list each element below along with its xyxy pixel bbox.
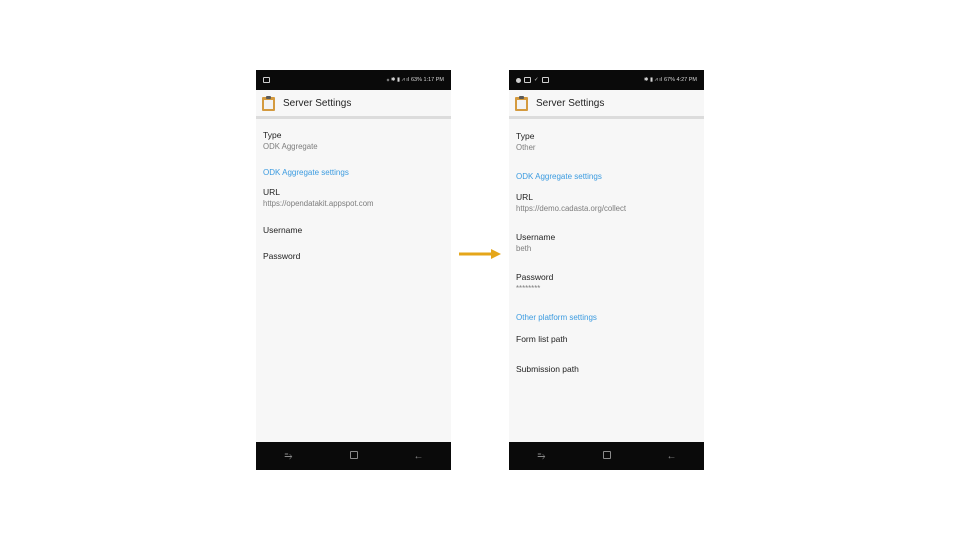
pref-password-title: Password [516,272,554,282]
pref-submission-path-title: Submission path [516,364,579,374]
status-text: 67% 4:27 PM [663,77,697,83]
message-notification-icon [524,77,531,83]
category-header-odk: ODK Aggregate settings [263,168,349,177]
pref-type[interactable]: Type Other [516,131,698,153]
pref-submission-path[interactable]: Submission path [516,364,698,375]
home-icon[interactable] [597,450,617,462]
pref-form-list-path[interactable]: Form list path [516,334,698,345]
pref-username-title: Username [263,225,303,235]
page-title: Server Settings [536,97,605,109]
navigation-bar: ⥱ ← [509,442,704,470]
pref-password-title: Password [263,251,301,261]
phone-screen-before: ⁎ ✱ ▮ ⩘ ıl 63% 1:17 PM Server Settings T… [256,70,451,470]
clipboard-icon [262,95,275,111]
pref-url-summary: https://opendatakit.appspot.com [263,199,374,208]
gallery-notification-icon [541,77,549,83]
recent-apps-icon[interactable]: ⥱ [532,451,552,462]
navigation-bar: ⥱ ← [256,442,451,470]
arrow-right-icon [459,249,501,259]
gallery-notification-icon [263,77,270,83]
status-text: 63% 1:17 PM [410,77,444,83]
category-header-other: Other platform settings [516,313,597,322]
status-bar: ✓ ✱ ▮ ⩘ ıl 67% 4:27 PM [509,70,704,90]
home-icon[interactable] [344,450,364,462]
clipboard-icon [515,95,528,111]
app-bar: Server Settings [509,90,704,119]
category-header-odk: ODK Aggregate settings [516,172,602,181]
pref-username[interactable]: Username beth [516,232,698,254]
pref-username-title: Username [516,232,556,242]
pref-url[interactable]: URL https://demo.cadasta.org/collect [516,192,698,214]
pref-url[interactable]: URL https://opendatakit.appspot.com [263,187,445,209]
pref-username-summary: beth [516,244,532,253]
pref-username[interactable]: Username [263,225,445,236]
phone-screen-after: ✓ ✱ ▮ ⩘ ıl 67% 4:27 PM Server Settings T… [509,70,704,470]
pref-type-title: Type [516,131,535,141]
pref-password[interactable]: Password [263,251,445,262]
signal-icons: ⁎ ✱ ▮ ⩘ ıl [386,76,409,83]
back-icon[interactable]: ← [662,451,682,462]
pref-password[interactable]: Password ******** [516,272,698,294]
pref-password-summary: ******** [516,284,541,293]
pref-type-summary: Other [516,143,536,152]
pref-form-list-path-title: Form list path [516,334,568,344]
back-icon[interactable]: ← [409,451,429,462]
notification-icon [516,77,521,83]
pref-type[interactable]: Type ODK Aggregate [263,130,445,152]
pref-url-summary: https://demo.cadasta.org/collect [516,204,627,213]
signal-icons: ✱ ▮ ⩘ ıl [643,76,662,83]
check-notification-icon: ✓ [534,77,539,83]
status-bar: ⁎ ✱ ▮ ⩘ ıl 63% 1:17 PM [256,70,451,90]
pref-type-summary: ODK Aggregate [263,142,318,151]
pref-type-title: Type [263,130,282,140]
recent-apps-icon[interactable]: ⥱ [279,451,299,462]
pref-url-title: URL [263,187,281,197]
page-title: Server Settings [283,97,352,109]
pref-url-title: URL [516,192,534,202]
app-bar: Server Settings [256,90,451,119]
